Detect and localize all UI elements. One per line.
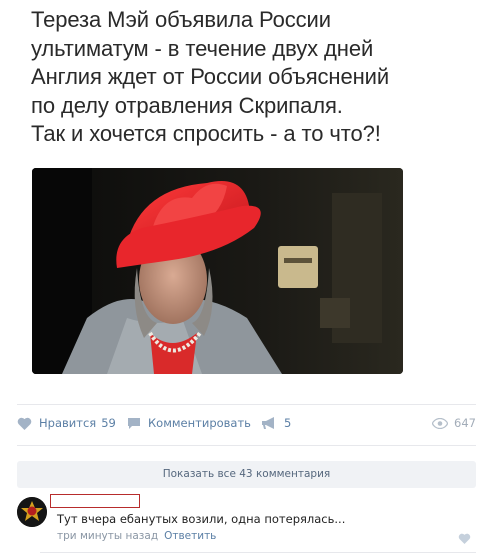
reply-link[interactable]: Ответить bbox=[164, 530, 216, 542]
post-text-line: Так и хочется спросить - а то что?! bbox=[31, 121, 381, 146]
eye-icon bbox=[432, 417, 449, 429]
post-text: Тереза Мэй объявила России ультиматум - … bbox=[31, 6, 451, 149]
photo-woman-in-red-hat bbox=[32, 168, 403, 374]
comment-button[interactable]: Комментировать bbox=[127, 412, 251, 434]
emblem-icon bbox=[17, 497, 47, 527]
heart-icon bbox=[17, 417, 32, 430]
post-text-line: Англия ждет от России объяснений bbox=[31, 64, 390, 89]
comment-like-button[interactable] bbox=[458, 529, 471, 548]
divider bbox=[40, 552, 476, 553]
post-text-line: по делу отравления Скрипаля. bbox=[31, 92, 343, 118]
post-photo[interactable] bbox=[32, 168, 403, 374]
divider bbox=[17, 404, 476, 405]
comment-meta: три минуты назад Ответить bbox=[57, 530, 216, 542]
comment-text: Тут вчера ебанутых возили, одна потеряла… bbox=[57, 512, 346, 526]
like-count: 59 bbox=[101, 416, 116, 430]
views-count: 647 bbox=[454, 416, 476, 430]
heart-icon bbox=[458, 533, 471, 544]
comment-item: Тут вчера ебанутых возили, одна потеряла… bbox=[17, 493, 476, 545]
views-counter: 647 bbox=[432, 412, 476, 434]
comment-label: Комментировать bbox=[148, 416, 251, 430]
post-actions: Нравится 59 Комментировать 5 647 bbox=[17, 412, 476, 434]
comment-time[interactable]: три минуты назад bbox=[57, 530, 158, 542]
share-count: 5 bbox=[284, 416, 292, 430]
megaphone-icon bbox=[262, 416, 274, 429]
avatar[interactable] bbox=[17, 497, 47, 527]
like-label: Нравится bbox=[39, 416, 97, 430]
like-button[interactable]: Нравится 59 bbox=[17, 412, 116, 434]
show-all-comments-button[interactable]: Показать все 43 комментария bbox=[17, 461, 476, 488]
post-text-line: Тереза Мэй объявила России bbox=[31, 7, 331, 32]
post-text-line: ультиматум - в течение двух дней bbox=[31, 35, 374, 61]
speech-bubble-icon bbox=[128, 417, 140, 429]
divider bbox=[17, 445, 476, 446]
share-button[interactable]: 5 bbox=[261, 412, 291, 434]
author-name-redacted[interactable] bbox=[50, 494, 140, 508]
